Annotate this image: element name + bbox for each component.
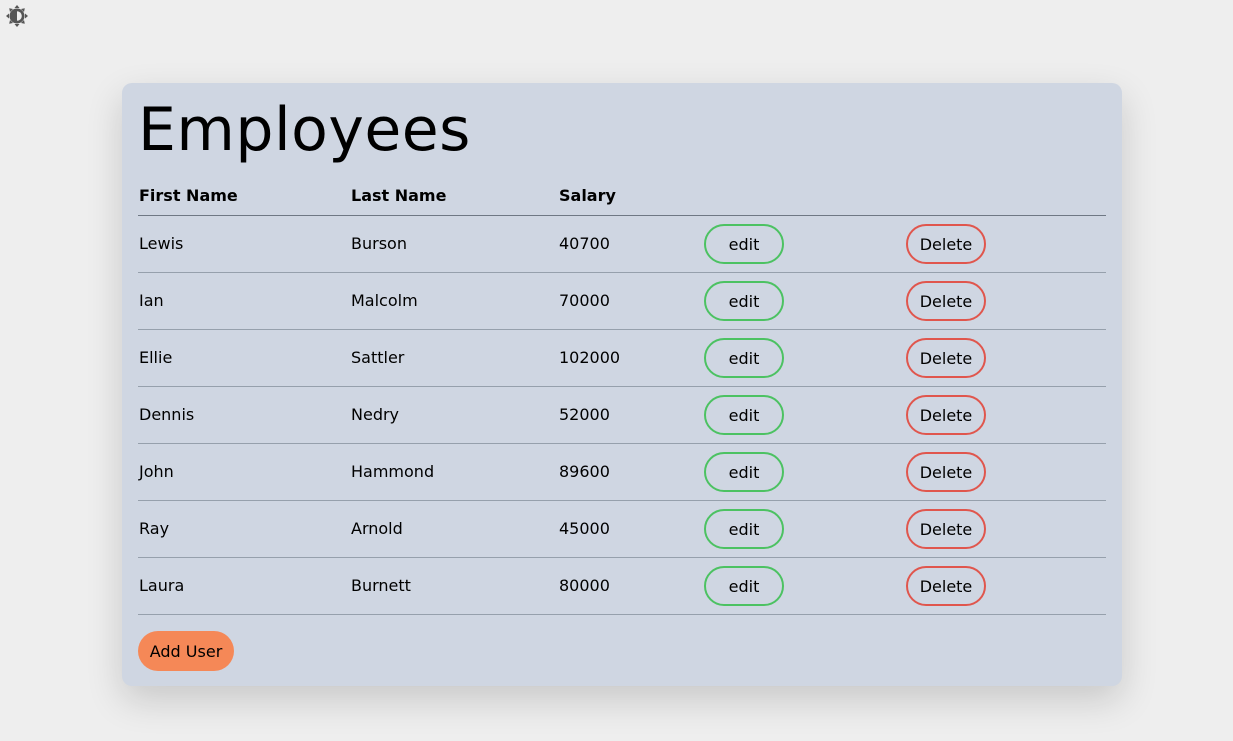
salary-cell: 40700 [559,234,610,253]
table-row: Lewis Burson 40700 edit Delete [138,216,1106,273]
last-name-cell: Burnett [351,576,411,595]
first-name-cell: Ray [139,519,170,538]
page-title: Employees [138,95,471,165]
employees-card: Employees First Name Last Name Salary Le… [122,83,1122,686]
first-name-cell: Lewis [139,234,184,253]
delete-button[interactable]: Delete [906,338,986,378]
delete-button[interactable]: Delete [906,509,986,549]
theme-toggle-icon[interactable] [5,4,29,28]
table-header: First Name Last Name Salary [138,184,1106,216]
add-user-button[interactable]: Add User [138,631,234,671]
first-name-cell: Dennis [139,405,195,424]
table-row: Ian Malcolm 70000 edit Delete [138,273,1106,330]
last-name-cell: Nedry [351,405,400,424]
edit-button[interactable]: edit [704,224,784,264]
salary-cell: 45000 [559,519,610,538]
first-name-cell: John [139,462,174,481]
edit-button[interactable]: edit [704,566,784,606]
brightness-icon [6,5,28,27]
first-name-cell: Ian [139,291,164,310]
delete-button[interactable]: Delete [906,395,986,435]
header-salary: Salary [559,186,616,205]
table-row: Ray Arnold 45000 edit Delete [138,501,1106,558]
salary-cell: 89600 [559,462,610,481]
edit-button[interactable]: edit [704,281,784,321]
edit-button[interactable]: edit [704,338,784,378]
last-name-cell: Sattler [351,348,405,367]
salary-cell: 52000 [559,405,610,424]
table-row: John Hammond 89600 edit Delete [138,444,1106,501]
table-row: Ellie Sattler 102000 edit Delete [138,330,1106,387]
last-name-cell: Arnold [351,519,403,538]
edit-button[interactable]: edit [704,395,784,435]
first-name-cell: Laura [139,576,185,595]
salary-cell: 102000 [559,348,621,367]
delete-button[interactable]: Delete [906,281,986,321]
delete-button[interactable]: Delete [906,566,986,606]
first-name-cell: Ellie [139,348,173,367]
table-row: Laura Burnett 80000 edit Delete [138,558,1106,615]
delete-button[interactable]: Delete [906,224,986,264]
table-row: Dennis Nedry 52000 edit Delete [138,387,1106,444]
edit-button[interactable]: edit [704,452,784,492]
salary-cell: 80000 [559,576,610,595]
last-name-cell: Malcolm [351,291,418,310]
header-first-name: First Name [139,186,238,205]
employee-table-body: Lewis Burson 40700 edit Delete Ian Malco… [138,216,1106,615]
salary-cell: 70000 [559,291,610,310]
header-last-name: Last Name [351,186,447,205]
last-name-cell: Burson [351,234,407,253]
delete-button[interactable]: Delete [906,452,986,492]
last-name-cell: Hammond [351,462,435,481]
edit-button[interactable]: edit [704,509,784,549]
